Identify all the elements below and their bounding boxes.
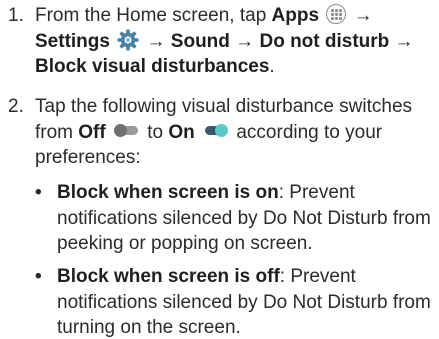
step-text: From the Home screen, tap: [35, 5, 272, 26]
bullet-line: notifications silenced by Do Not Disturb…: [57, 291, 431, 313]
dnd-label: Do not disturb: [259, 30, 390, 52]
step-line: from Off to On according to your: [35, 120, 435, 146]
step-text: from: [35, 121, 79, 143]
sound-label: Sound: [170, 30, 230, 52]
bullet-line: peeking or popping on screen.: [57, 233, 313, 254]
arrow: →: [389, 30, 414, 52]
bullet-text: : Prevent: [278, 182, 355, 203]
bullet-line: Block when screen is on: Prevent: [57, 180, 439, 206]
step-number: 1.: [8, 5, 24, 26]
bullet-symbol: •: [35, 266, 42, 287]
step-line: preferences:: [35, 147, 141, 168]
instructions-document: 1. From the Home screen, tap Apps → Sett…: [0, 0, 439, 339]
step-body: Tap the following visual disturbance swi…: [35, 94, 435, 171]
arrow: →: [348, 5, 373, 26]
step-text: to: [142, 121, 169, 143]
toggle-off-icon: [114, 124, 139, 138]
off-label: Off: [78, 121, 106, 143]
arrow: →: [229, 30, 260, 52]
bullet-body: Block when screen is off: Prevent notifi…: [57, 264, 439, 339]
bullet-line: turning on the screen.: [57, 317, 241, 338]
step-line: Settings → Sound → Do not disturb →: [35, 29, 435, 55]
step-text: according to your: [231, 121, 383, 143]
bullet-symbol: •: [35, 182, 42, 203]
block-visual-label: Block visual disturbances: [35, 56, 270, 77]
settings-label: Settings: [35, 30, 110, 52]
step-line: Block visual disturbances.: [35, 54, 435, 80]
bullet-title: Block when screen is on: [57, 182, 279, 203]
on-label: On: [168, 121, 195, 143]
bullet-line: Block when screen is off: Prevent: [57, 264, 439, 290]
toggle-on-icon: [203, 124, 229, 138]
step-line: From the Home screen, tap Apps →: [35, 3, 435, 29]
step-body: From the Home screen, tap Apps → Setting…: [35, 3, 435, 80]
apps-label: Apps: [271, 5, 320, 26]
bullet-text: : Prevent: [279, 266, 356, 287]
bullet-title: Block when screen is off: [57, 266, 280, 287]
bullet-line: notifications silenced by Do Not Disturb…: [57, 207, 431, 229]
apps-icon: [326, 4, 347, 25]
arrow: →: [141, 30, 171, 52]
step-line: Tap the following visual disturbance swi…: [35, 96, 413, 117]
bullet-body: Block when screen is on: Prevent notific…: [57, 180, 439, 257]
gear-icon: [117, 29, 139, 51]
period: .: [269, 56, 275, 77]
step-number: 2.: [8, 96, 24, 117]
